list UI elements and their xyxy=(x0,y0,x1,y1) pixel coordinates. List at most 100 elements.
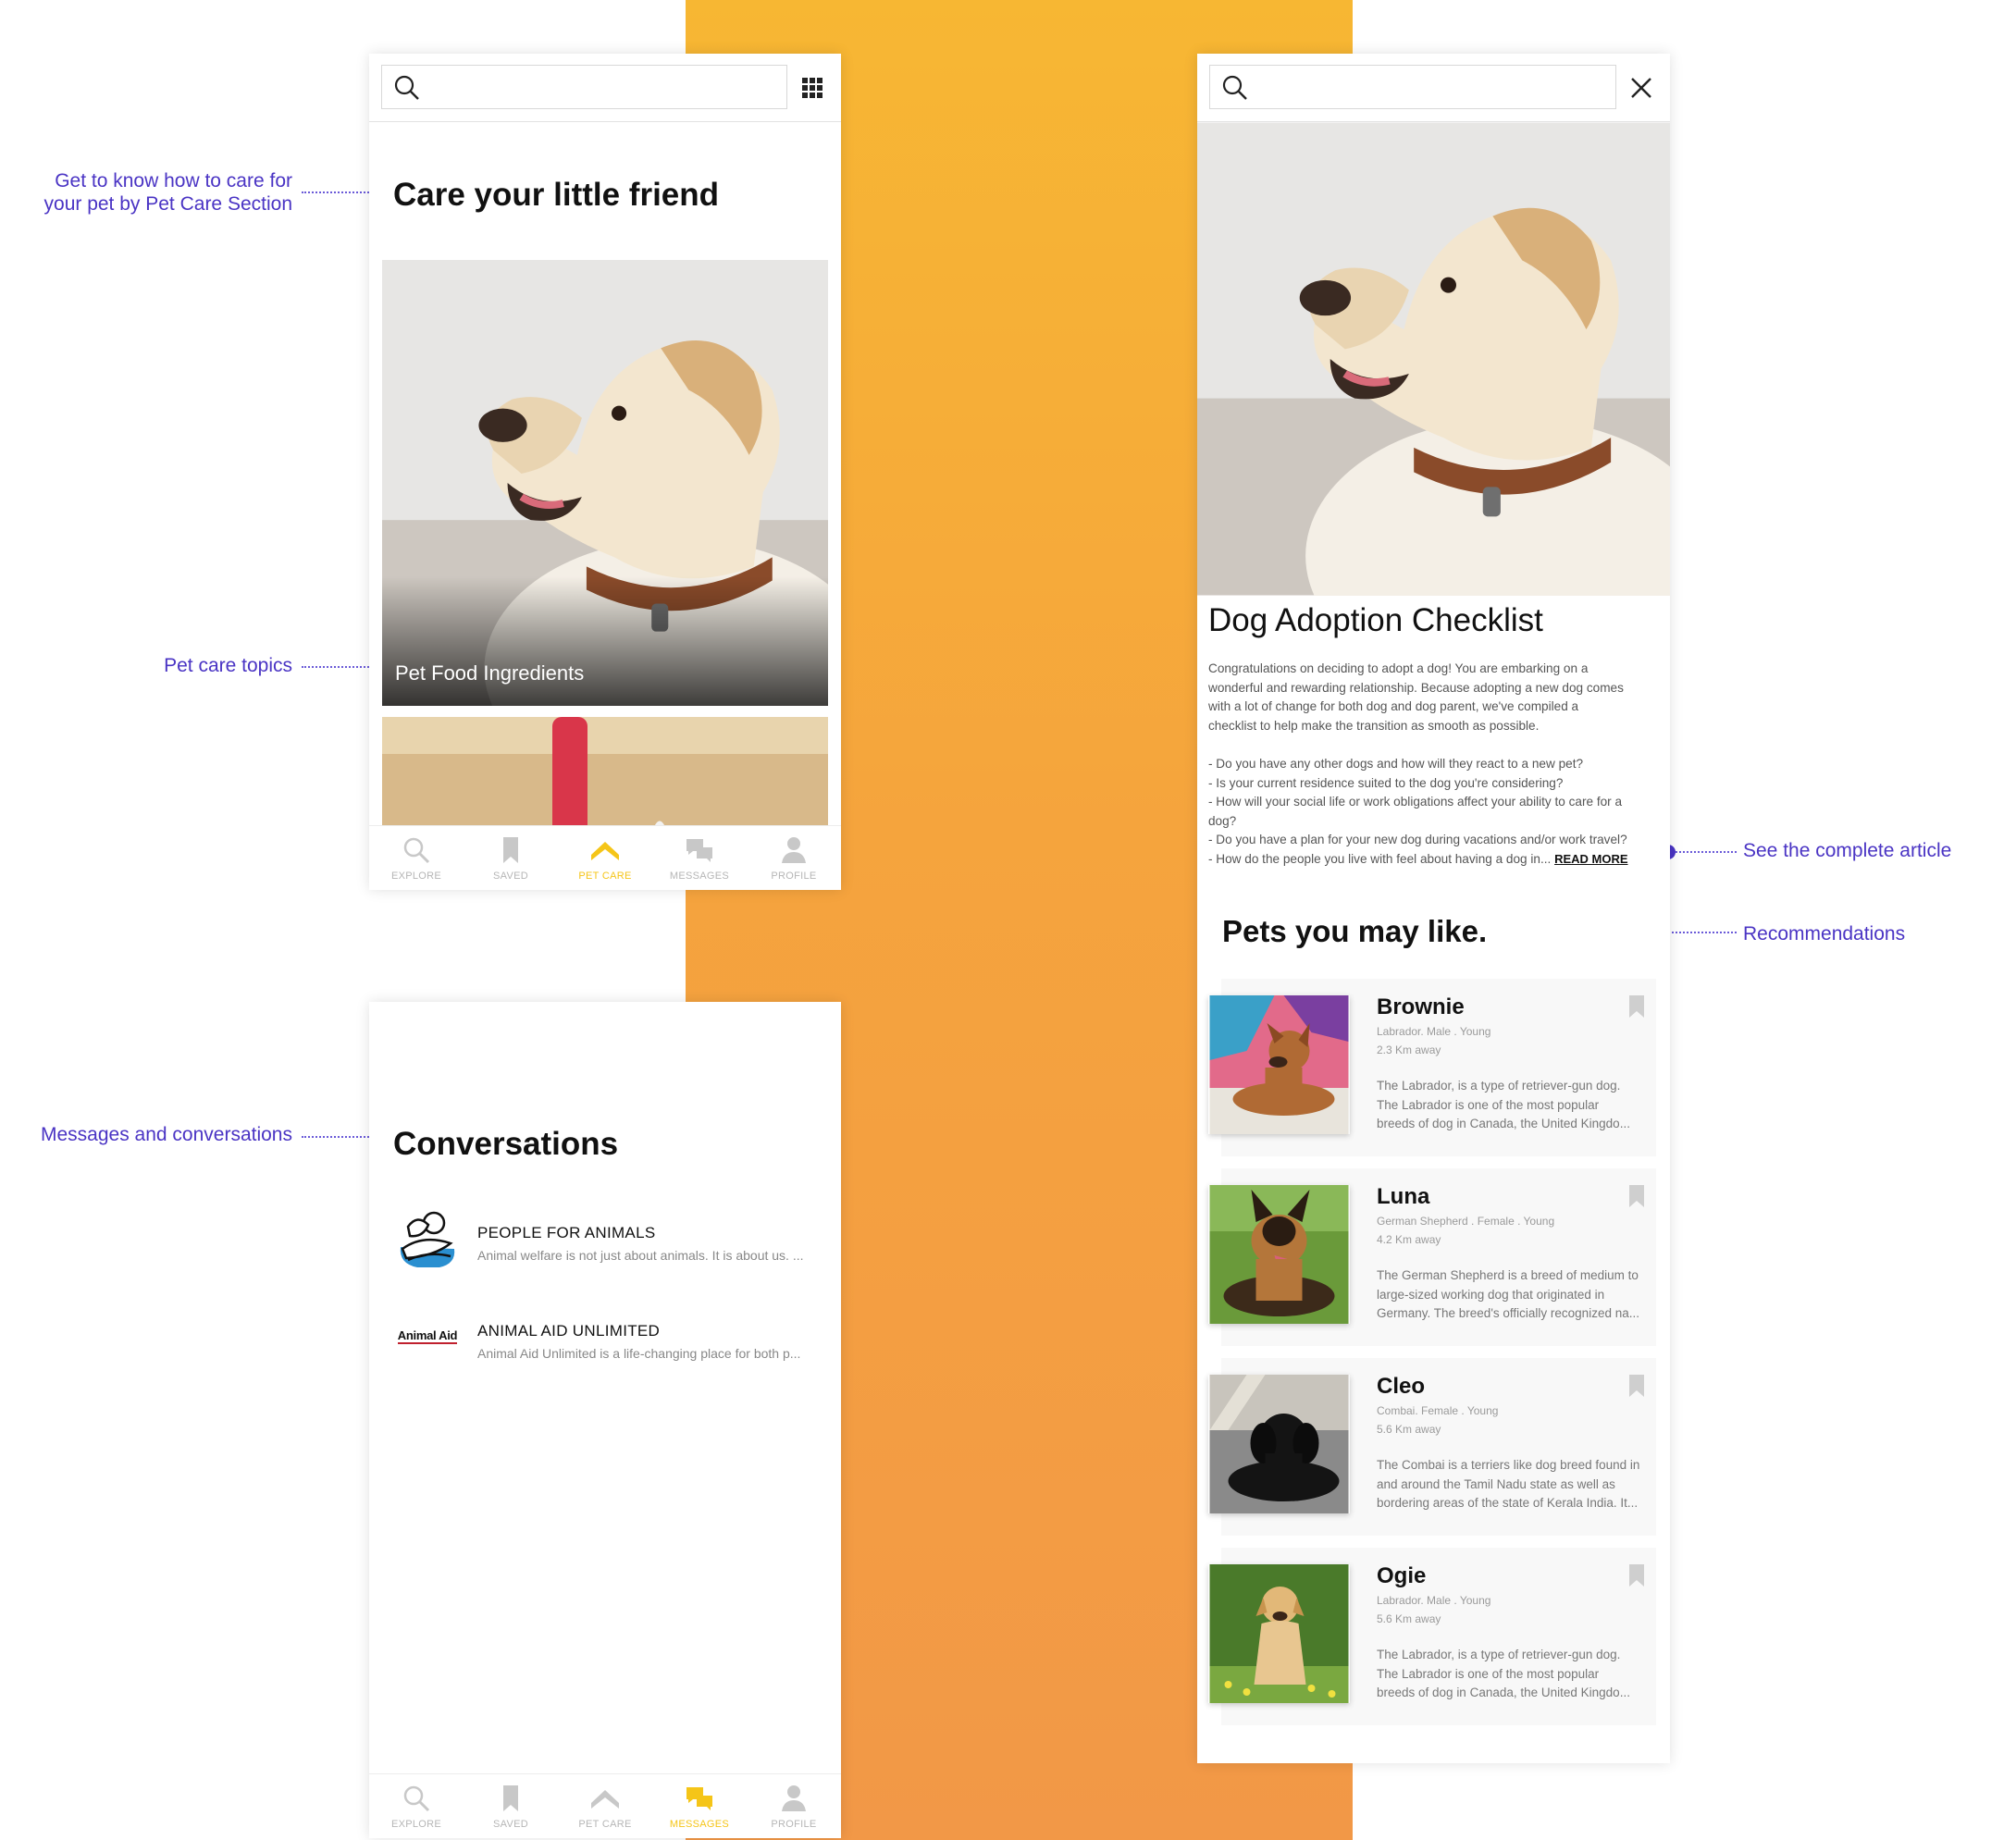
article-line: wonderful and rewarding relationship. Be… xyxy=(1208,680,1624,695)
annotation-article-connector xyxy=(1676,851,1737,853)
topic-card-label: Pet Food Ingredients xyxy=(395,661,585,685)
bottom-navigation: EXPLORE SAVED PET CARE MESSAGES PROFILE xyxy=(369,1773,841,1838)
pet-distance: 4.2 Km away xyxy=(1377,1233,1441,1246)
conversation-item[interactable]: PEOPLE FOR ANIMALS Animal welfare is not… xyxy=(393,1204,828,1278)
bookmark-icon[interactable] xyxy=(1628,995,1645,1018)
pet-photo xyxy=(1208,1185,1350,1324)
profile-icon xyxy=(782,1785,806,1811)
pet-photo xyxy=(1208,995,1350,1134)
pet-card[interactable]: Luna German Shepherd . Female . Young 4.… xyxy=(1209,1168,1656,1346)
pet-name: Brownie xyxy=(1377,994,1465,1019)
pet-description-line: and around the Tamil Nadu state as well … xyxy=(1377,1476,1615,1491)
annotation-pet-care-line2: your pet by Pet Care Section xyxy=(43,193,292,215)
article-screen: Dog Adoption Checklist Congratulations o… xyxy=(1197,54,1670,1763)
annotation-topics: Pet care topics xyxy=(164,655,292,676)
pet-meta: Labrador. Male . Young xyxy=(1377,1025,1491,1038)
pet-description-line: large-sized working dog that originated … xyxy=(1377,1287,1605,1302)
pet-description-line: The Labrador is one of the most popular xyxy=(1377,1666,1600,1681)
bookmark-icon[interactable] xyxy=(1628,1185,1645,1207)
annotation-topics-connector xyxy=(302,666,372,668)
nav-label: MESSAGES xyxy=(669,1819,730,1830)
nav-saved[interactable]: SAVED xyxy=(464,826,558,890)
nav-label: SAVED xyxy=(493,1819,528,1830)
article-line: Congratulations on deciding to adopt a d… xyxy=(1208,661,1589,675)
pet-photo xyxy=(1208,1375,1350,1513)
people-for-animals-logo xyxy=(393,1204,462,1273)
pet-name: Cleo xyxy=(1377,1374,1426,1399)
pet-description-line: The Labrador is one of the most popular xyxy=(1377,1097,1600,1112)
pet-care-icon xyxy=(591,842,619,860)
search-icon xyxy=(403,837,430,864)
pet-distance: 5.6 Km away xyxy=(1377,1423,1441,1436)
pet-card[interactable]: Brownie Labrador. Male . Young 2.3 Km aw… xyxy=(1209,979,1656,1156)
checklist-line: - Is your current residence suited to th… xyxy=(1208,775,1564,790)
search-icon xyxy=(403,1785,430,1812)
search-input[interactable] xyxy=(1209,65,1616,109)
bookmark-icon[interactable] xyxy=(1628,1375,1645,1397)
pet-description-line: Germany. The breed's officially recogniz… xyxy=(1377,1306,1639,1320)
nav-label: PROFILE xyxy=(771,871,817,882)
checklist-line: dog? xyxy=(1208,813,1237,828)
pet-description: The Labrador, is a type of retriever-gun… xyxy=(1377,1077,1654,1134)
pet-description: The Combai is a terriers like dog breed … xyxy=(1377,1456,1654,1513)
checklist-line: - How do the people you live with feel a… xyxy=(1208,851,1552,866)
recommendations-title: Pets you may like. xyxy=(1222,914,1488,948)
pet-description: The German Shepherd is a breed of medium… xyxy=(1377,1266,1654,1324)
messages-screen: Conversations PEOPLE FOR ANIMALS Animal … xyxy=(369,1002,841,1838)
article-title: Dog Adoption Checklist xyxy=(1208,602,1543,638)
nav-label: EXPLORE xyxy=(390,1819,442,1830)
annotation-article: See the complete article xyxy=(1743,840,1952,861)
nav-explore[interactable]: EXPLORE xyxy=(369,826,464,890)
animal-aid-logo-text: Animal Aid xyxy=(397,1328,458,1344)
topic-card-pet-food[interactable]: Pet Food Ingredients xyxy=(382,260,828,706)
checklist-line: - Do you have a plan for your new dog du… xyxy=(1208,833,1627,847)
conversation-preview: Animal welfare is not just about animals… xyxy=(477,1248,804,1263)
article-line: checklist to help make the transition as… xyxy=(1208,718,1540,733)
close-button[interactable] xyxy=(1626,72,1657,104)
pet-description-line: bordering areas of the state of Kerala I… xyxy=(1377,1496,1639,1510)
nav-profile[interactable]: PROFILE xyxy=(747,1774,841,1838)
bookmark-icon[interactable] xyxy=(1628,1564,1645,1587)
article-hero-image xyxy=(1197,122,1670,596)
nav-pet-care[interactable]: PET CARE xyxy=(558,1774,652,1838)
checklist-line-last: - How do the people you live with feel a… xyxy=(1208,850,1660,870)
pet-card[interactable]: Cleo Combai. Female . Young 5.6 Km away … xyxy=(1209,1358,1656,1536)
conversation-name: PEOPLE FOR ANIMALS xyxy=(477,1224,656,1241)
annotation-pet-care-connector xyxy=(302,191,372,193)
conversation-item[interactable]: Animal Aid ANIMAL AID UNLIMITED Animal A… xyxy=(393,1303,828,1377)
pet-description-line: The Labrador, is a type of retriever-gun… xyxy=(1377,1648,1621,1661)
annotation-messages-connector xyxy=(302,1136,372,1138)
article-body: Congratulations on deciding to adopt a d… xyxy=(1208,660,1660,870)
annotation-recommendations: Recommendations xyxy=(1743,923,1906,945)
nav-messages[interactable]: MESSAGES xyxy=(652,826,747,890)
pet-description-line: The German Shepherd is a breed of medium… xyxy=(1377,1268,1639,1282)
pet-description: The Labrador, is a type of retriever-gun… xyxy=(1377,1646,1654,1703)
grid-menu-button[interactable] xyxy=(797,72,828,104)
pet-description-line: breeds of dog in Canada, the United King… xyxy=(1377,1117,1630,1130)
nav-messages[interactable]: MESSAGES xyxy=(652,1774,747,1838)
page-title: Care your little friend xyxy=(393,177,720,213)
conversation-preview: Animal Aid Unlimited is a life-changing … xyxy=(477,1346,801,1361)
pet-name: Ogie xyxy=(1377,1563,1427,1588)
topic-card-next[interactable] xyxy=(382,717,828,837)
nav-saved[interactable]: SAVED xyxy=(464,1774,558,1838)
nav-label: PROFILE xyxy=(771,1819,817,1830)
search-header xyxy=(1197,54,1670,122)
article-line: with a lot of change for both dog and do… xyxy=(1208,699,1579,714)
pet-card[interactable]: Ogie Labrador. Male . Young 5.6 Km away … xyxy=(1209,1548,1656,1725)
grid-icon xyxy=(802,78,822,98)
nav-explore[interactable]: EXPLORE xyxy=(369,1774,464,1838)
labrador-photo xyxy=(1197,122,1670,596)
search-input[interactable] xyxy=(381,65,787,109)
pet-distance: 2.3 Km away xyxy=(1377,1043,1441,1056)
pet-meta: Combai. Female . Young xyxy=(1377,1404,1499,1417)
bookmark-icon xyxy=(503,837,518,863)
animal-aid-logo: Animal Aid xyxy=(393,1303,462,1371)
nav-pet-care[interactable]: PET CARE xyxy=(558,826,652,890)
nav-profile[interactable]: PROFILE xyxy=(747,826,841,890)
pet-care-screen: Care your little friend Pet Food Ingredi… xyxy=(369,54,841,890)
pet-description-line: breeds of dog in Canada, the United King… xyxy=(1377,1686,1630,1699)
conversation-name: ANIMAL AID UNLIMITED xyxy=(477,1322,661,1340)
read-more-link[interactable]: READ MORE xyxy=(1554,852,1627,866)
nav-label: MESSAGES xyxy=(669,871,730,882)
